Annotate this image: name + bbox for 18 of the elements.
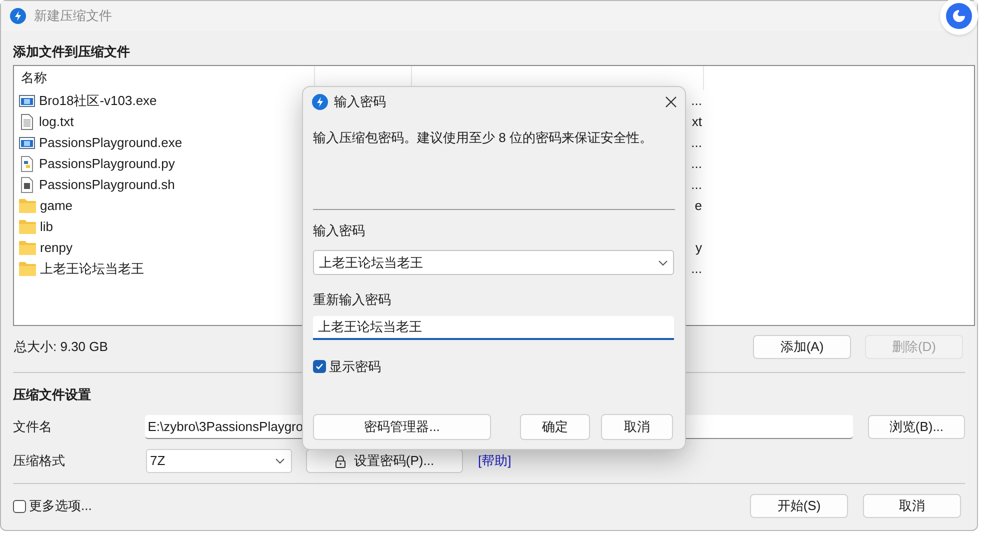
file-path: ... bbox=[691, 260, 702, 276]
section-heading: 添加文件到压缩文件 bbox=[13, 43, 131, 61]
window-title: 新建压缩文件 bbox=[34, 7, 112, 26]
field-label: 文件名 bbox=[13, 418, 53, 436]
file-path: e bbox=[694, 198, 702, 213]
file-path: ... bbox=[691, 176, 702, 192]
dialog-message: 输入压缩包密码。建议使用至少 8 位的密码来保证安全性。 bbox=[313, 129, 654, 147]
file-path: ... bbox=[691, 134, 702, 150]
file-path: ... bbox=[691, 156, 702, 171]
field-label: 压缩格式 bbox=[13, 452, 66, 470]
file-path: ... bbox=[691, 92, 702, 108]
section-heading: 压缩文件设置 bbox=[13, 386, 92, 404]
dialog-title: 输入密码 bbox=[334, 93, 386, 112]
field-label: 输入密码 bbox=[313, 222, 366, 240]
total-size: 总大小: 9.30 GB bbox=[13, 338, 108, 356]
field-label: 重新输入密码 bbox=[313, 291, 392, 309]
file-path: y bbox=[696, 240, 702, 255]
file-path: xt bbox=[692, 114, 702, 129]
